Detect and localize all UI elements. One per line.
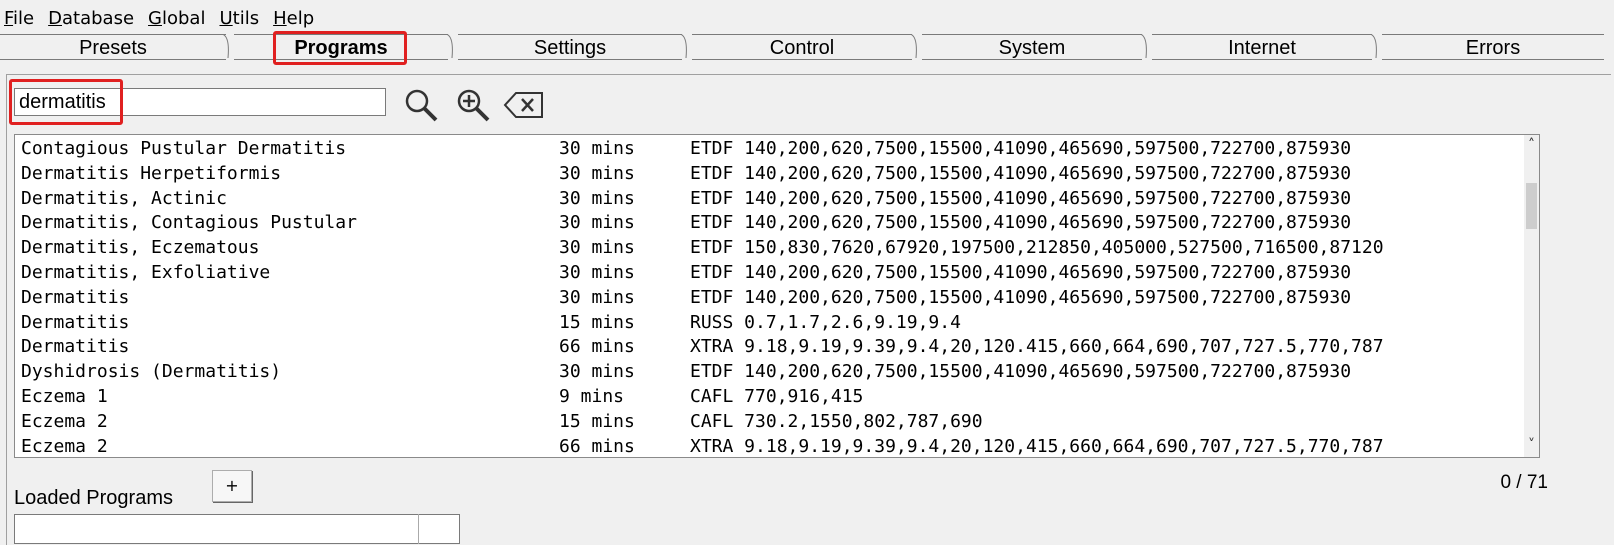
tab-separator — [222, 34, 234, 58]
tab-separator — [1370, 34, 1382, 58]
program-name: Contagious Pustular Dermatitis — [21, 138, 347, 159]
program-name: Eczema 2 — [21, 435, 108, 457]
tab-separator — [910, 34, 922, 58]
program-name: Eczema 2 — [21, 410, 108, 432]
menu-utils[interactable]: Utils — [219, 6, 259, 30]
program-frequencies: ETDF 150,830,7620,67920,197500,212850,40… — [690, 237, 1384, 259]
tab-separator — [680, 34, 692, 58]
program-duration: 15 mins — [559, 311, 635, 333]
menu-file[interactable]: File — [4, 6, 34, 30]
tab-errors[interactable]: Errors — [1382, 34, 1604, 60]
program-name: Dermatitis, Exfoliative — [21, 262, 271, 283]
scroll-thumb[interactable] — [1526, 183, 1537, 229]
program-duration: 30 mins — [559, 138, 635, 159]
program-name: Dermatitis, Contagious Pustular — [21, 212, 357, 234]
program-duration: 30 mins — [559, 187, 635, 209]
results-list[interactable]: Contagious Pustular Dermatitis 30 mins ETD… — [14, 134, 1540, 458]
tab-separator — [1140, 34, 1152, 58]
program-frequencies: CAFL 730.2,1550,802,787,690 — [690, 410, 983, 432]
program-frequencies: ETDF 140,200,620,7500,15500,41090,465690… — [690, 286, 1352, 308]
tab-control[interactable]: Control — [692, 34, 912, 60]
program-frequencies: XTRA 9.18,9.19,9.39,9.4,20,120,415,660,6… — [690, 435, 1384, 457]
program-duration: 30 mins — [559, 262, 635, 283]
program-frequencies: ETDF 140,200,620,7500,15500,41090,465690… — [690, 187, 1352, 209]
program-duration: 30 mins — [559, 162, 635, 184]
program-duration: 30 mins — [559, 361, 635, 383]
program-name: Dermatitis, Actinic — [21, 187, 227, 209]
loaded-programs-label: Loaded Programs — [14, 487, 173, 509]
loaded-programs-dropdown[interactable] — [14, 514, 460, 544]
tab-presets[interactable]: Presets — [0, 34, 226, 60]
program-duration: 9 mins — [559, 386, 625, 407]
program-name: Dermatitis — [21, 311, 130, 333]
menu-help[interactable]: Help — [273, 6, 314, 30]
backspace-clear-icon — [502, 85, 546, 123]
tab-system[interactable]: System — [922, 34, 1142, 60]
program-frequencies: ETDF 140,200,620,7500,15500,41090,465690… — [690, 361, 1352, 383]
tab-settings[interactable]: Settings — [458, 34, 682, 60]
program-frequencies: ETDF 140,200,620,7500,15500,41090,465690… — [690, 212, 1352, 234]
program-name: Eczema 1 — [21, 386, 108, 407]
zoom-in-icon — [450, 85, 494, 123]
program-frequencies: CAFL 770,916,415 — [690, 386, 864, 407]
program-counter: 0 / 71 — [1500, 472, 1548, 493]
program-name: Dermatitis — [21, 286, 130, 308]
menu-global[interactable]: Global — [148, 6, 205, 30]
program-duration: 30 mins — [559, 237, 635, 259]
program-frequencies: RUSS 0.7,1.7,2.6,9.19,9.4 — [690, 311, 961, 333]
tab-programs[interactable]: Programs — [234, 34, 448, 60]
add-program-button[interactable]: + — [212, 470, 252, 502]
program-name: Dermatitis — [21, 336, 130, 358]
dropdown-arrow[interactable] — [418, 514, 460, 544]
program-frequencies: ETDF 140,200,620,7500,15500,41090,465690… — [690, 262, 1352, 283]
program-duration: 66 mins — [559, 435, 635, 457]
program-duration: 30 mins — [559, 286, 635, 308]
program-name: Dermatitis, Eczematous — [21, 237, 260, 259]
magnifier-icon — [398, 85, 442, 123]
program-name: Dermatitis Herpetiformis — [21, 162, 282, 184]
tab-separator — [446, 34, 458, 58]
tab-strip: Presets Programs Settings Control System… — [0, 34, 1614, 60]
search-button[interactable] — [398, 85, 442, 123]
program-name: Dyshidrosis (Dermatitis) — [21, 361, 282, 383]
search-input[interactable]: dermatitis — [14, 88, 386, 116]
results-scrollbar[interactable]: ˄ ˅ — [1524, 135, 1539, 457]
scroll-down-arrow-icon[interactable]: ˅ — [1524, 437, 1539, 455]
scroll-up-arrow-icon[interactable]: ˄ — [1524, 137, 1539, 155]
menu-database[interactable]: Database — [48, 6, 134, 30]
program-duration: 66 mins — [559, 336, 635, 358]
zoom-search-button[interactable] — [450, 85, 494, 123]
menu-bar: File Database Global Utils Help — [0, 6, 324, 30]
clear-search-button[interactable] — [502, 85, 546, 123]
tab-internet[interactable]: Internet — [1152, 34, 1372, 60]
program-frequencies: ETDF 140,200,620,7500,15500,41090,465690… — [690, 138, 1352, 159]
program-frequencies: XTRA 9.18,9.19,9.39,9.4,20,120.415,660,6… — [690, 336, 1384, 358]
program-duration: 30 mins — [559, 212, 635, 234]
program-frequencies: ETDF 140,200,620,7500,15500,41090,465690… — [690, 162, 1352, 184]
program-duration: 15 mins — [559, 410, 635, 432]
